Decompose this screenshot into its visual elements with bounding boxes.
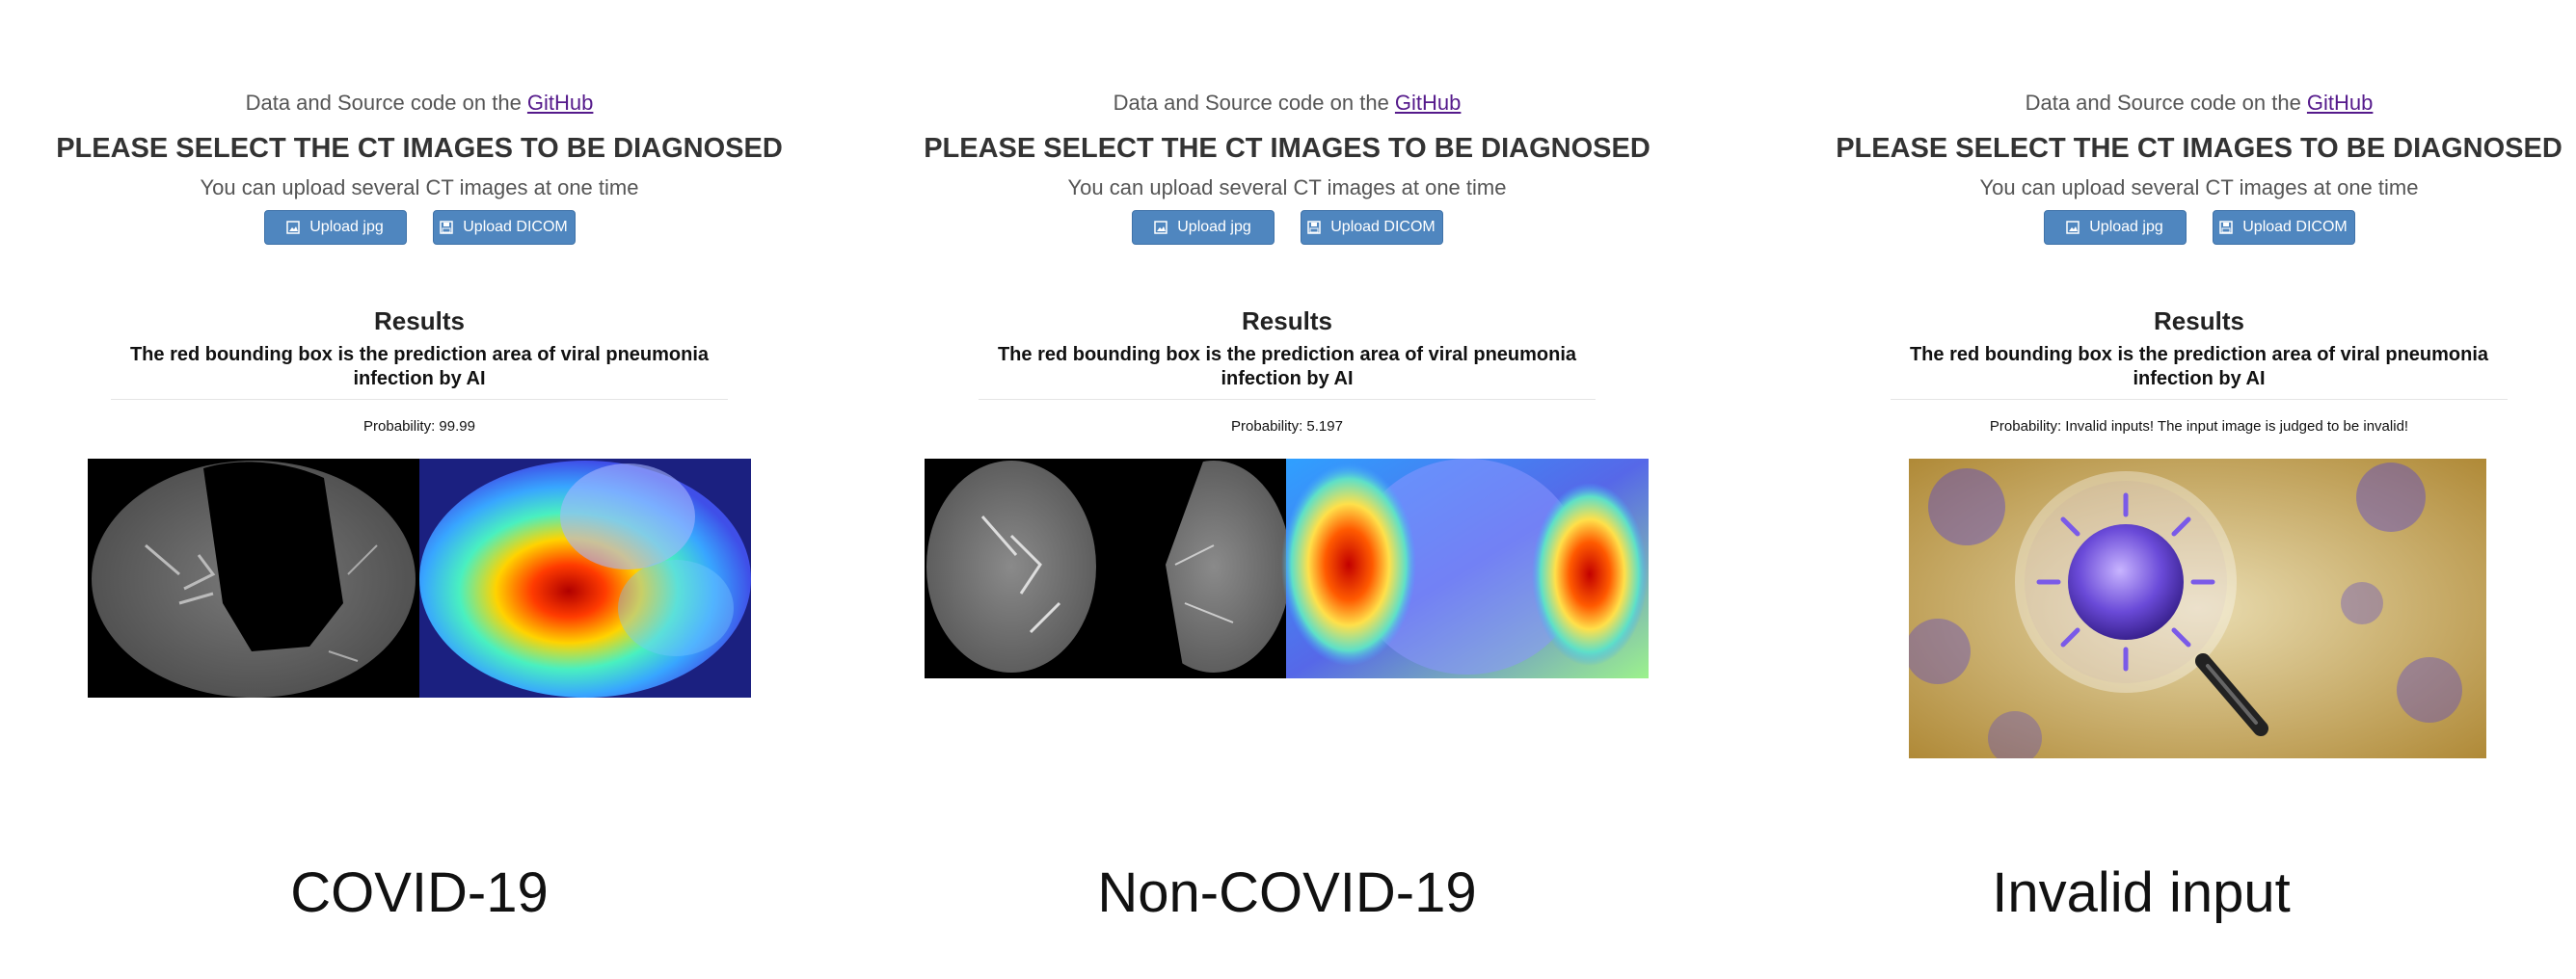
panel-invalid: Data and Source code on the GitHub PLEAS… — [1780, 0, 2576, 924]
results-title: Results — [2154, 306, 2244, 335]
upload-hint: You can upload several CT images at one … — [1067, 175, 1507, 199]
source-line: Data and Source code on the GitHub — [1780, 91, 2576, 116]
upload-dicom-button[interactable]: Upload DICOM — [432, 210, 576, 245]
virus-image — [1909, 459, 2486, 758]
image-icon — [286, 221, 300, 234]
upload-buttons: Upload jpg Upload DICOM — [1780, 210, 2576, 245]
file-icon — [1307, 221, 1321, 234]
results-title: Results — [1242, 306, 1332, 335]
upload-hint: You can upload several CT images at one … — [200, 175, 639, 199]
panel-non-covid: Data and Source code on the GitHub PLEAS… — [868, 0, 1706, 924]
upload-jpg-label: Upload jpg — [2089, 219, 2163, 235]
page-heading: PLEASE SELECT THE CT IMAGES TO BE DIAGNO… — [56, 133, 783, 164]
upload-jpg-label: Upload jpg — [1177, 219, 1251, 235]
panel-caption: COVID-19 — [290, 861, 549, 924]
image-icon — [1154, 221, 1167, 234]
results-description: The red bounding box is the prediction a… — [997, 344, 1577, 389]
upload-jpg-button[interactable]: Upload jpg — [1131, 210, 1275, 245]
upload-jpg-button[interactable]: Upload jpg — [2043, 210, 2187, 245]
source-prefix: Data and Source code on the — [245, 91, 527, 115]
probability-text: Probability: Invalid inputs! The input i… — [1989, 418, 2409, 435]
source-line: Data and Source code on the GitHub — [868, 91, 1706, 116]
upload-buttons: Upload jpg Upload DICOM — [868, 210, 1706, 245]
github-link[interactable]: GitHub — [2307, 91, 2373, 115]
github-link[interactable]: GitHub — [527, 91, 593, 115]
upload-dicom-label: Upload DICOM — [1330, 219, 1436, 235]
upload-hint: You can upload several CT images at one … — [1979, 175, 2419, 199]
ct-result-image — [925, 459, 1649, 678]
upload-jpg-button[interactable]: Upload jpg — [263, 210, 407, 245]
panel-covid: Data and Source code on the GitHub PLEAS… — [0, 0, 839, 924]
page-heading: PLEASE SELECT THE CT IMAGES TO BE DIAGNO… — [924, 133, 1650, 164]
divider — [979, 399, 1596, 400]
page-heading: PLEASE SELECT THE CT IMAGES TO BE DIAGNO… — [1836, 133, 2563, 164]
file-icon — [2219, 221, 2233, 234]
upload-dicom-button[interactable]: Upload DICOM — [1300, 210, 1443, 245]
results-description: The red bounding box is the prediction a… — [1909, 344, 2489, 389]
ct-result-image — [88, 459, 751, 698]
divider — [111, 399, 728, 400]
divider — [1891, 399, 2508, 400]
upload-dicom-button[interactable]: Upload DICOM — [2212, 210, 2355, 245]
github-link[interactable]: GitHub — [1395, 91, 1461, 115]
panel-caption: Invalid input — [1992, 861, 2291, 924]
probability-text: Probability: 5.197 — [1231, 418, 1343, 435]
source-line: Data and Source code on the GitHub — [0, 91, 839, 116]
upload-jpg-label: Upload jpg — [309, 219, 384, 235]
upload-buttons: Upload jpg Upload DICOM — [0, 210, 839, 245]
file-icon — [440, 221, 453, 234]
source-prefix: Data and Source code on the — [1113, 91, 1395, 115]
panel-caption: Non-COVID-19 — [1097, 861, 1477, 924]
results-title: Results — [374, 306, 465, 335]
upload-dicom-label: Upload DICOM — [2242, 219, 2348, 235]
results-description: The red bounding box is the prediction a… — [129, 344, 710, 389]
upload-dicom-label: Upload DICOM — [463, 219, 568, 235]
probability-text: Probability: 99.99 — [363, 418, 475, 435]
image-icon — [2066, 221, 2080, 234]
source-prefix: Data and Source code on the — [2025, 91, 2307, 115]
